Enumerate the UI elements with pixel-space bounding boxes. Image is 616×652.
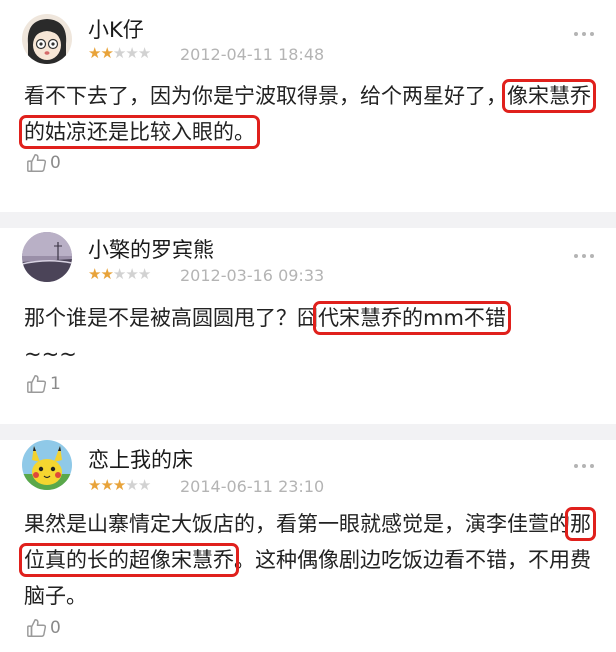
star-filled-icon: ★ (88, 265, 101, 283)
star-empty-icon: ★ (125, 476, 138, 494)
like-button[interactable]: 1 (26, 373, 61, 401)
more-options-icon[interactable] (574, 254, 600, 264)
username[interactable]: 小檠的罗宾熊 (88, 234, 214, 264)
thumbs-up-icon (27, 619, 47, 637)
more-options-icon[interactable] (574, 32, 600, 42)
cartoon-girl-avatar[interactable] (22, 14, 72, 64)
thumbs-up-icon (27, 375, 47, 393)
star-rating: ★★★★★ (88, 44, 151, 62)
star-empty-icon: ★ (137, 265, 151, 283)
thumbs-up-icon (27, 154, 47, 172)
star-empty-icon: ★ (125, 44, 138, 62)
like-count: 1 (50, 374, 61, 394)
star-empty-icon: ★ (112, 44, 126, 62)
star-empty-icon: ★ (137, 44, 151, 62)
separator (0, 424, 616, 440)
username[interactable]: 小K仔 (88, 14, 144, 44)
star-empty-icon: ★ (112, 265, 126, 283)
star-rating: ★★★★★ (88, 476, 151, 494)
comment-feed: 小K仔 ★★★★★ 2012-04-11 18:48 看不下去了，因为你是宁波取… (0, 0, 616, 652)
comment-card: 小檠的罗宾熊 ★★★★★ 2012-03-16 09:33 那个谁是不是被高圆圆… (0, 228, 616, 424)
landscape-photo-avatar[interactable] (22, 232, 72, 282)
like-count: 0 (50, 618, 61, 638)
star-filled-icon: ★ (100, 476, 113, 494)
comment-card: 恋上我的床 ★★★★★ 2014-06-11 23:10 果然是山寨情定大饭店的… (0, 440, 616, 652)
comment-text: 果然是山寨情定大饭店的，看第一眼就感觉是，演李佳萱的那位真的长的超像宋慧乔。这种… (19, 507, 596, 608)
like-button[interactable]: 0 (26, 152, 61, 180)
timestamp: 2012-03-16 09:33 (180, 266, 325, 285)
timestamp: 2012-04-11 18:48 (180, 45, 325, 64)
star-filled-icon: ★ (100, 265, 113, 283)
like-button[interactable]: 0 (26, 617, 61, 645)
comment-text: 看不下去了，因为你是宁波取得景，给个两星好了，像宋慧乔的姑凉还是比较入眼的。 (19, 79, 596, 149)
timestamp: 2014-06-11 23:10 (180, 477, 325, 496)
star-filled-icon: ★ (88, 476, 101, 494)
highlighted-text: 代宋慧乔的mm不错 (313, 301, 511, 335)
username[interactable]: 恋上我的床 (88, 444, 193, 474)
pikachu-avatar[interactable] (22, 440, 72, 490)
separator (0, 212, 616, 228)
comment-text: 那个谁是不是被高圆圆甩了？囧代宋慧乔的mm不错 ~~~ (24, 301, 511, 366)
comment-card: 小K仔 ★★★★★ 2012-04-11 18:48 看不下去了，因为你是宁波取… (0, 0, 616, 212)
star-empty-icon: ★ (125, 265, 138, 283)
star-empty-icon: ★ (137, 476, 151, 494)
star-rating: ★★★★★ (88, 265, 151, 283)
star-filled-icon: ★ (88, 44, 101, 62)
more-options-icon[interactable] (574, 464, 600, 474)
like-count: 0 (50, 153, 61, 173)
star-filled-icon: ★ (100, 44, 113, 62)
star-filled-icon: ★ (112, 476, 126, 494)
